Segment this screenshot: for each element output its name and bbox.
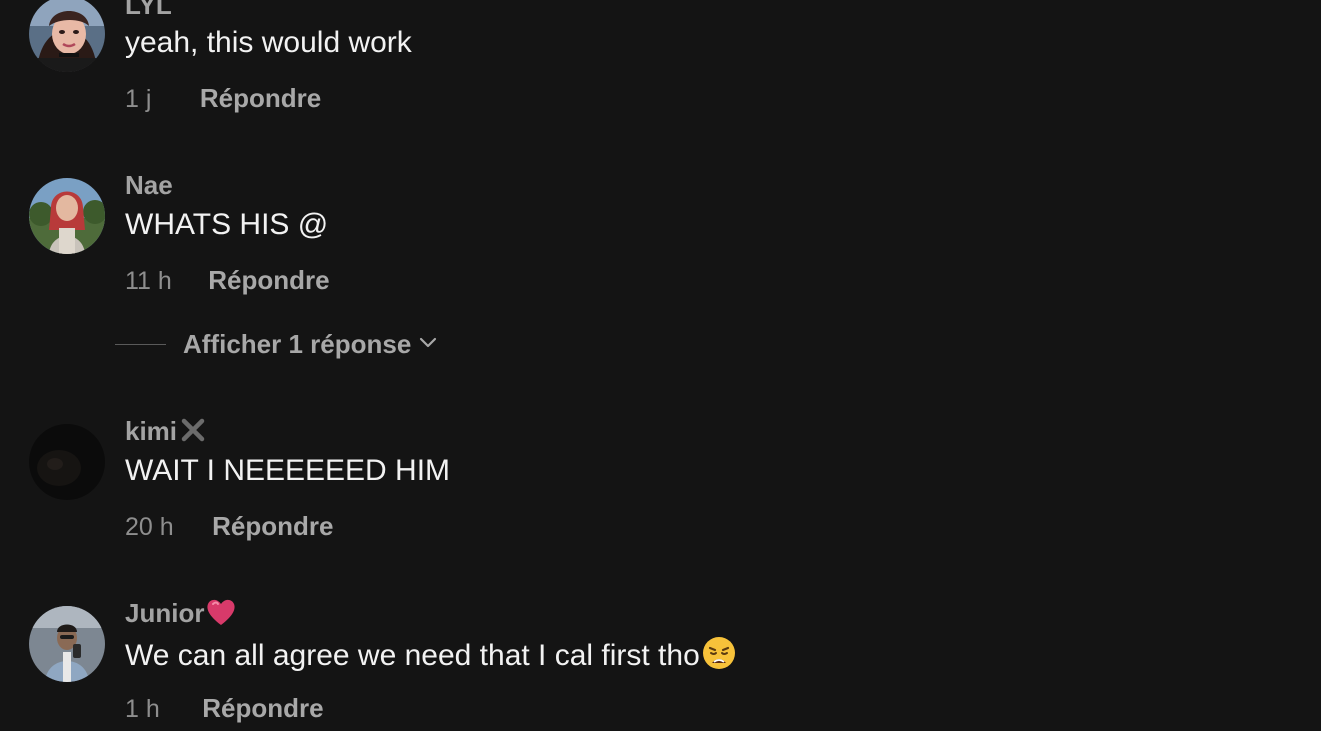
divider-line xyxy=(115,343,166,345)
username[interactable]: Junior xyxy=(125,597,237,633)
profile-photo-woman-outdoors-icon xyxy=(29,178,105,254)
comment-time: 11 h xyxy=(125,267,172,295)
reply-button[interactable]: Répondre xyxy=(200,83,321,113)
avatar[interactable] xyxy=(29,178,105,254)
comment-time: 20 h xyxy=(125,513,174,541)
profile-photo-woman-selfie-icon xyxy=(29,0,105,72)
comment-meta: 11 h Répondre xyxy=(125,265,330,300)
comment-text: WAIT I NEEEEEED HIM xyxy=(125,454,451,487)
view-replies-button[interactable]: Afficher 1 réponse xyxy=(115,328,437,360)
username[interactable]: Nae xyxy=(125,170,173,200)
comments-screen: LYL yeah, this would work 1 j Répondre N… xyxy=(0,0,1321,731)
reply-button[interactable]: Répondre xyxy=(212,511,333,541)
reply-button[interactable]: Répondre xyxy=(208,265,329,295)
comment-text: WHATS HIS @ xyxy=(125,208,329,241)
avatar[interactable] xyxy=(29,0,105,72)
comment-text-body: We can all agree we need that I cal firs… xyxy=(125,639,700,672)
comment-meta: 20 h Répondre xyxy=(125,511,333,546)
comment-meta: 1 h Répondre xyxy=(125,693,324,728)
username[interactable]: kimi xyxy=(125,415,208,451)
comment-text: yeah, this would work xyxy=(125,26,412,59)
username[interactable]: LYL xyxy=(125,0,172,20)
profile-photo-man-mirror-icon xyxy=(29,606,105,682)
avatar[interactable] xyxy=(29,424,105,500)
reply-button[interactable]: Répondre xyxy=(202,693,323,723)
comment-meta: 1 j Répondre xyxy=(125,83,321,118)
avatar[interactable] xyxy=(29,606,105,682)
username-text: Junior xyxy=(125,597,205,628)
comment-time: 1 j xyxy=(125,85,152,113)
weary-face-emoji-icon xyxy=(701,635,737,680)
cross-mark-emoji-icon xyxy=(178,415,208,451)
username-text: kimi xyxy=(125,415,178,446)
comment-time: 1 h xyxy=(125,695,160,723)
chevron-down-icon xyxy=(419,335,437,353)
view-replies-label: Afficher 1 réponse xyxy=(183,328,412,359)
comment-text: We can all agree we need that I cal firs… xyxy=(125,635,737,680)
profile-photo-dark-icon xyxy=(29,424,105,500)
pink-heart-emoji-icon xyxy=(205,597,237,633)
